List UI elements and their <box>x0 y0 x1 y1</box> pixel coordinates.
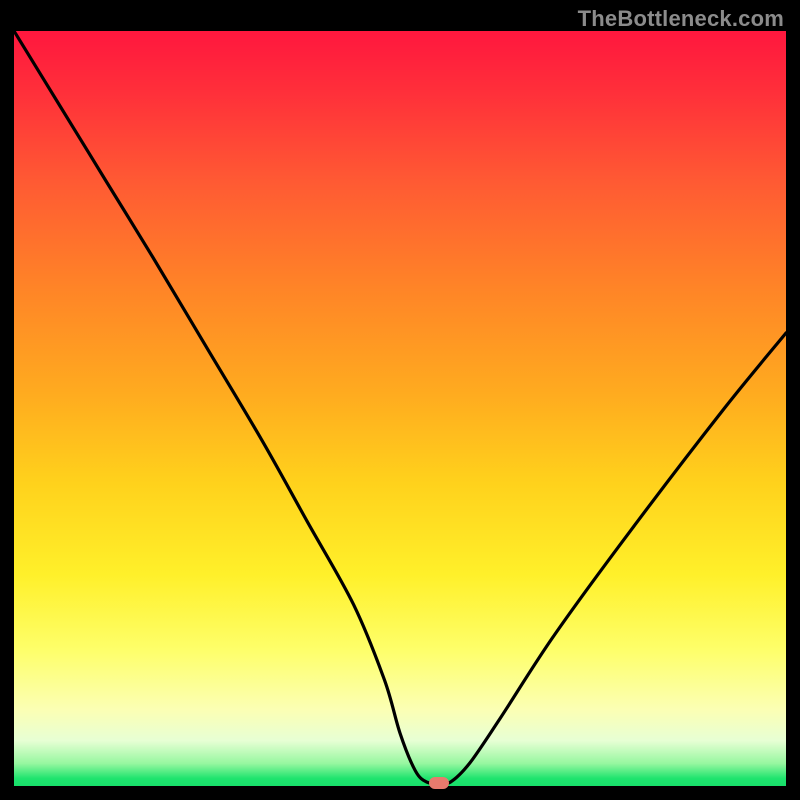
bottleneck-curve <box>14 31 786 786</box>
chart-frame: TheBottleneck.com <box>0 0 800 800</box>
watermark-text: TheBottleneck.com <box>578 6 784 32</box>
plot-area <box>14 31 786 786</box>
curve-path <box>14 31 786 784</box>
min-marker <box>429 777 449 789</box>
